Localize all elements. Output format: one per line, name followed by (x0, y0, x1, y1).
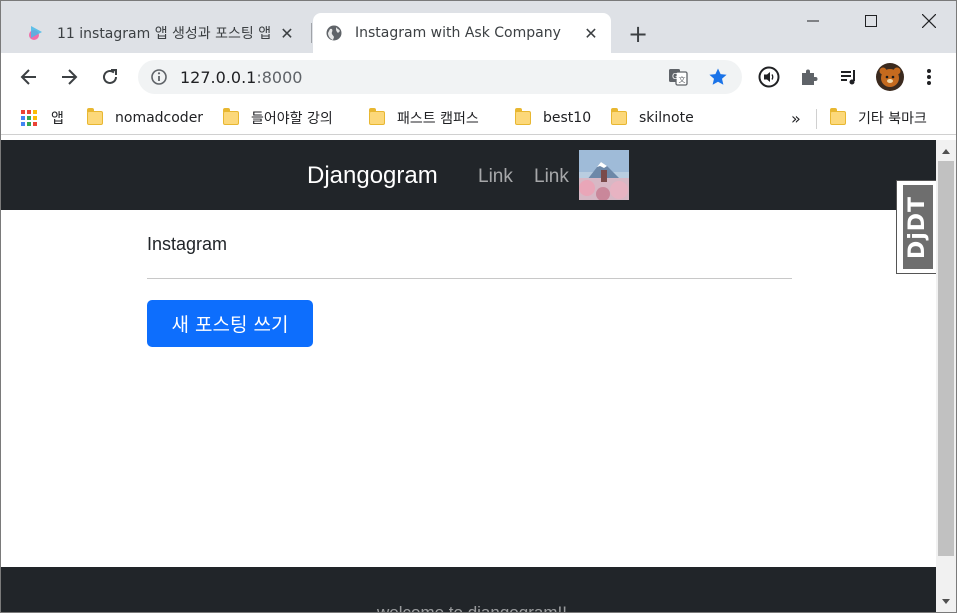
djdt-label: DjDT (905, 195, 931, 259)
arrow-left-icon (20, 69, 36, 85)
bookmark-folder[interactable]: best10 (515, 106, 591, 130)
apps-grid-icon (21, 110, 37, 126)
djdt-badge: DjDT (903, 185, 933, 269)
playlist-icon (841, 70, 855, 85)
caret-down-icon (942, 599, 950, 604)
browser-window: 11 instagram 앱 생성과 포스팅 앱 ✕ Instagram wit… (0, 0, 957, 613)
kebab-menu-icon (927, 69, 931, 85)
mountain-photo-icon (579, 150, 629, 200)
close-icon[interactable]: ✕ (277, 23, 297, 43)
bookmark-label: 기타 북마크 (858, 111, 927, 127)
info-icon[interactable] (150, 68, 168, 86)
media-extension-button[interactable] (755, 63, 783, 91)
nav-link[interactable]: Link (534, 166, 569, 188)
bookmark-label: best10 (543, 110, 592, 126)
bookmarks-bar: 앱 nomadcoder 들어야할 강의 패스트 캠퍼스 best10 skil… (1, 101, 956, 135)
scroll-up-arrow[interactable] (936, 143, 956, 159)
speaker-circle-icon (758, 66, 780, 88)
globe-icon (326, 25, 342, 41)
django-debug-toolbar-handle[interactable]: DjDT (896, 180, 936, 274)
folder-icon (223, 108, 239, 125)
close-window-button[interactable] (900, 1, 956, 41)
scrollbar-thumb[interactable] (938, 161, 954, 556)
page-viewport: Djangogram Link Link DjDT Instagram 새 포스… (1, 140, 936, 613)
browser-toolbar: 127.0.0.1:8000 G 文 (1, 53, 956, 101)
svg-text:G: G (672, 72, 678, 81)
svg-text:文: 文 (679, 75, 686, 84)
close-icon[interactable]: ✕ (581, 23, 601, 43)
site-navbar: Djangogram Link Link (1, 140, 936, 210)
section-title: Instagram (147, 234, 228, 254)
address-bar[interactable]: 127.0.0.1:8000 G 文 (138, 60, 742, 94)
app-favicon-icon (29, 26, 42, 40)
new-post-button[interactable]: 새 포스팅 쓰기 (147, 300, 313, 347)
navbar-image[interactable] (579, 150, 629, 200)
bookmark-label: 패스트 캠퍼스 (397, 111, 479, 127)
tab-title: Instagram with Ask Company (355, 25, 561, 41)
folder-icon (369, 108, 385, 125)
folder-icon (830, 108, 846, 125)
star-icon (709, 68, 727, 85)
tab-inactive[interactable]: 11 instagram 앱 생성과 포스팅 앱 ✕ (15, 13, 307, 53)
new-tab-button[interactable]: + (625, 20, 651, 48)
bookmark-label: 들어야할 강의 (251, 111, 333, 127)
tab-title: 11 instagram 앱 생성과 포스팅 앱 (57, 26, 271, 42)
window-controls (784, 1, 956, 41)
site-footer: welcome to djangogram!! (1, 567, 936, 613)
bookmark-folder[interactable]: nomadcoder (87, 106, 203, 130)
puzzle-icon (802, 69, 818, 85)
extensions-button[interactable] (795, 63, 823, 91)
forward-button[interactable] (53, 61, 85, 93)
minimize-icon (807, 20, 819, 22)
bookmark-folder[interactable]: 들어야할 강의 (223, 106, 333, 130)
bookmarks-overflow-button[interactable]: » (791, 106, 801, 130)
back-button[interactable] (13, 61, 45, 93)
avatar-icon (876, 63, 904, 91)
divider (147, 278, 792, 279)
bookmark-star-button[interactable] (708, 60, 728, 94)
bookmark-label: nomadcoder (115, 110, 204, 126)
reload-icon (103, 69, 117, 84)
maximize-button[interactable] (842, 1, 900, 41)
bookmark-apps[interactable]: 앱 (21, 106, 64, 130)
url-text[interactable]: 127.0.0.1:8000 (180, 68, 302, 87)
tab-separator (311, 23, 312, 43)
bookmark-folder[interactable]: 패스트 캠퍼스 (369, 106, 479, 130)
bookmark-label: skilnote (639, 110, 694, 126)
minimize-button[interactable] (784, 1, 842, 41)
tab-active[interactable]: Instagram with Ask Company ✕ (313, 13, 611, 53)
folder-icon (87, 108, 103, 125)
navbar-brand[interactable]: Djangogram (307, 162, 438, 190)
bookmark-label: 앱 (51, 111, 64, 127)
maximize-icon (865, 15, 877, 27)
translate-button[interactable]: G 文 (668, 60, 688, 94)
nav-link[interactable]: Link (478, 166, 513, 188)
reload-button[interactable] (94, 61, 126, 93)
url-port: :8000 (256, 67, 303, 87)
folder-icon (611, 108, 627, 125)
arrow-right-icon (62, 69, 78, 85)
media-control-button[interactable] (835, 63, 863, 91)
profile-avatar[interactable] (875, 62, 905, 92)
menu-button[interactable] (915, 63, 943, 91)
vertical-scrollbar[interactable] (936, 140, 956, 612)
bookmarks-separator (816, 109, 817, 129)
translate-icon: G 文 (669, 69, 688, 86)
close-icon (922, 14, 936, 28)
bookmark-other-folder[interactable]: 기타 북마크 (830, 106, 927, 130)
tab-strip: 11 instagram 앱 생성과 포스팅 앱 ✕ Instagram wit… (1, 1, 956, 53)
url-host: 127.0.0.1 (180, 67, 257, 87)
folder-icon (515, 108, 531, 125)
caret-up-icon (942, 149, 950, 154)
footer-text: welcome to djangogram!! (377, 603, 567, 613)
bookmark-folder[interactable]: skilnote (611, 106, 694, 130)
scroll-down-arrow[interactable] (936, 594, 956, 610)
